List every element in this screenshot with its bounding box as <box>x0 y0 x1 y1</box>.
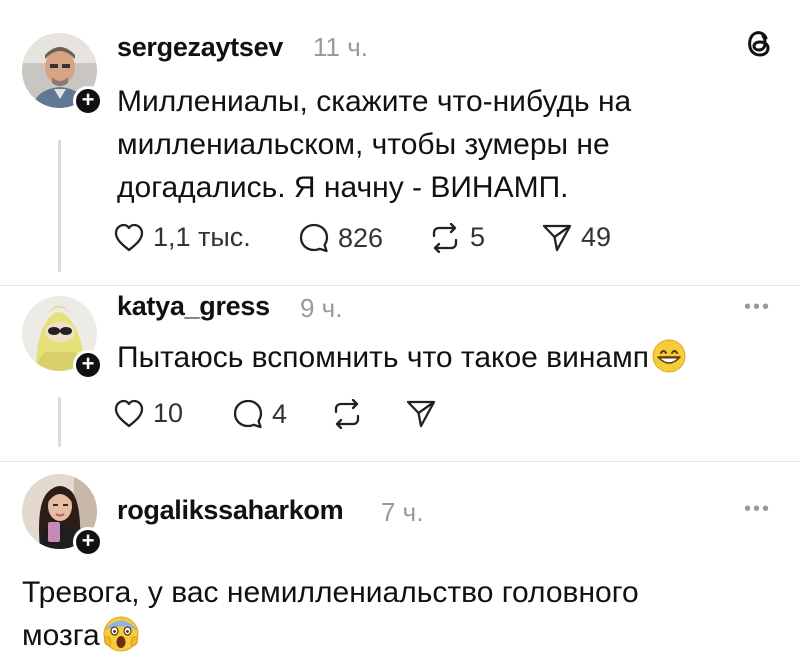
post-text-line: Тревога, у вас немиллениальство головног… <box>22 576 639 609</box>
threads-logo-icon[interactable] <box>744 28 774 58</box>
username[interactable]: rogalikssaharkom <box>117 495 344 526</box>
post-text: Тревога, у вас немиллениальство головног… <box>22 571 639 657</box>
timestamp: 9 ч. <box>300 293 343 323</box>
more-options-icon[interactable]: ••• <box>744 296 771 319</box>
thread-line <box>58 397 61 447</box>
repost-icon <box>334 399 360 429</box>
share-count: 49 <box>581 222 612 252</box>
like-count: 10 <box>153 398 184 428</box>
repost-button[interactable] <box>330 399 364 429</box>
post-text-line: мозга <box>22 619 100 652</box>
post-text-line: Миллениалы, скажите что-нибудь на <box>117 85 632 118</box>
post-text: Пытаюсь вспомнить что такое винамп <box>117 336 687 379</box>
comment-count: 826 <box>338 222 384 253</box>
post-text-line: догадались. Я начну - ВИНАМП. <box>117 171 569 204</box>
send-icon <box>542 224 572 251</box>
follow-plus-button[interactable]: + <box>73 86 103 116</box>
follow-plus-button[interactable]: + <box>73 350 103 380</box>
post-text-line-with-emoji: мозга <box>22 614 639 657</box>
repost-button[interactable]: 5 <box>428 222 485 253</box>
like-button[interactable]: 10 <box>113 398 183 429</box>
share-button[interactable] <box>405 399 437 429</box>
thread-line <box>58 140 61 272</box>
more-options-icon[interactable]: ••• <box>744 498 771 521</box>
username[interactable]: katya_gress <box>117 291 270 322</box>
screaming-face-emoji <box>103 616 139 652</box>
follow-plus-button[interactable]: + <box>73 527 103 557</box>
heart-icon <box>114 399 144 427</box>
grinning-face-emoji <box>652 339 686 373</box>
username[interactable]: sergezaytsev <box>117 32 283 63</box>
post-text-line: миллениальском, чтобы зумеры не <box>117 128 610 161</box>
like-count: 1,1 тыс. <box>153 222 251 252</box>
comment-count: 4 <box>272 398 288 429</box>
comment-button[interactable]: 826 <box>298 222 383 254</box>
comment-icon <box>233 399 263 429</box>
like-button[interactable]: 1,1 тыс. <box>113 222 251 253</box>
divider <box>0 285 800 286</box>
timestamp: 11 ч. <box>313 32 368 62</box>
share-button[interactable]: 49 <box>541 222 611 253</box>
comment-icon <box>299 223 329 253</box>
post-text-line: Пытаюсь вспомнить что такое винамп <box>117 341 649 374</box>
repost-icon <box>432 222 458 253</box>
comment-button[interactable]: 4 <box>232 398 287 430</box>
timestamp: 7 ч. <box>381 497 424 527</box>
repost-count: 5 <box>470 222 486 252</box>
post-text: Миллениалы, скажите что-нибудь на миллен… <box>117 80 631 209</box>
send-icon <box>406 400 436 428</box>
divider <box>0 461 800 462</box>
heart-icon <box>114 223 144 251</box>
